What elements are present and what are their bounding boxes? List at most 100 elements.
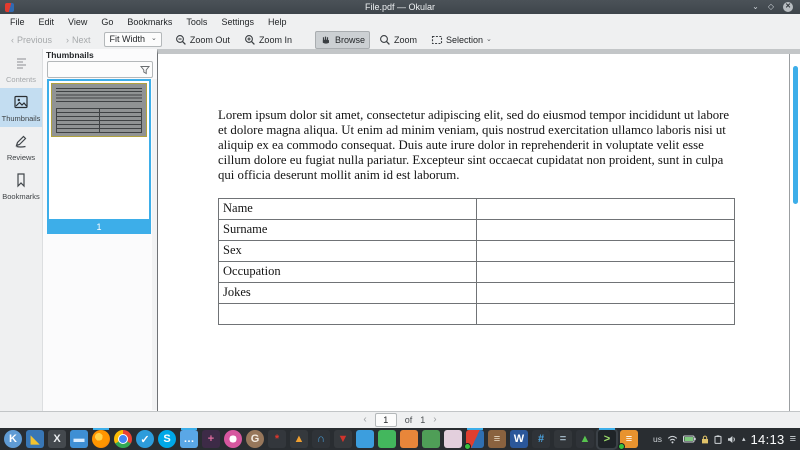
- close-icon[interactable]: ✕: [783, 2, 793, 12]
- thumbnails-panel: Thumbnails 1: [43, 49, 158, 412]
- sidebar-tab-contents[interactable]: Contents: [0, 49, 42, 88]
- taskbar-kdenlive-icon[interactable]: ▼: [334, 430, 352, 448]
- taskbar-check-app-icon[interactable]: ✓: [136, 430, 154, 448]
- taskbar-plasma-tool-icon[interactable]: +: [202, 430, 220, 448]
- taskbar-dolphin-files-icon[interactable]: ▬: [70, 430, 88, 448]
- taskbar-doc-image-icon[interactable]: [422, 430, 440, 448]
- volume-icon[interactable]: [727, 435, 737, 444]
- chevron-down-icon: ⌄: [151, 35, 157, 42]
- hand-browse-icon: [322, 36, 329, 44]
- menu-item-tools[interactable]: Tools: [179, 14, 214, 30]
- lock-icon[interactable]: [701, 435, 709, 444]
- previous-button[interactable]: ‹ Previous: [6, 32, 57, 48]
- sidebar-tab-thumbnails[interactable]: Thumbnails: [0, 88, 42, 127]
- selection-tool-button[interactable]: Selection ⌄: [426, 31, 497, 49]
- taskbar-firefox-icon[interactable]: [92, 428, 110, 448]
- sidebar-tab-strip: Contents Thumbnails Reviews Bookmarks: [0, 49, 43, 412]
- taskbar-xterm-icon[interactable]: X: [48, 430, 66, 448]
- taskbar-doc-orange-icon[interactable]: [400, 430, 418, 448]
- taskbar-okular-icon[interactable]: [464, 428, 484, 450]
- table-cell-value: [476, 240, 735, 262]
- table-row: Name: [218, 198, 735, 220]
- table-row: Jokes: [218, 282, 735, 304]
- panel-menu-icon[interactable]: ≡: [790, 433, 796, 445]
- table-cell-label: Sex: [218, 240, 477, 262]
- taskbar-tune-monitor-icon[interactable]: #: [532, 430, 550, 448]
- window-title: File.pdf — Okular: [364, 2, 436, 12]
- document-view[interactable]: Lorem ipsum dolor sit amet, consectetur …: [157, 49, 800, 412]
- prev-page-icon[interactable]: ‹: [363, 415, 366, 425]
- menu-item-bookmarks[interactable]: Bookmarks: [120, 14, 179, 30]
- clock[interactable]: 14:13: [751, 432, 785, 447]
- thumbnail-mini-table: [56, 108, 142, 133]
- zoom-out-button[interactable]: Zoom Out: [170, 31, 235, 49]
- maximize-icon[interactable]: ◇: [768, 3, 774, 11]
- taskbar-gimp-icon[interactable]: G: [246, 430, 264, 448]
- keyboard-layout-indicator[interactable]: us: [653, 434, 662, 444]
- table-cell-value: [476, 261, 735, 283]
- chevron-right-icon: ›: [66, 34, 70, 45]
- page-right-edge: [789, 54, 790, 412]
- menu-item-file[interactable]: File: [3, 14, 32, 30]
- next-page-icon[interactable]: ›: [433, 415, 436, 425]
- filter-funnel-icon[interactable]: [140, 65, 150, 75]
- table-cell-value: [476, 303, 735, 325]
- bookmarks-icon: [17, 173, 25, 188]
- reviews-pen-icon: [15, 135, 27, 148]
- taskbar-doc-blue-icon[interactable]: [356, 430, 374, 448]
- taskbar-doc-pink-icon[interactable]: [444, 430, 462, 448]
- taskbar-app-launcher-icon[interactable]: K: [4, 430, 22, 448]
- taskbar-word-icon[interactable]: W: [510, 430, 528, 448]
- vertical-scrollbar-thumb[interactable]: [793, 66, 798, 204]
- menu-item-go[interactable]: Go: [94, 14, 120, 30]
- taskbar-apps: K ◣ X ▬ ✓ S… + G * ▲ ∩ ▼ ≡ W # = ▲ > ≡: [4, 428, 638, 450]
- taskbar-books-icon[interactable]: ≡: [488, 430, 506, 448]
- menu-item-edit[interactable]: Edit: [32, 14, 62, 30]
- wifi-icon[interactable]: [667, 435, 678, 444]
- browse-tool-button[interactable]: Browse: [314, 30, 370, 49]
- taskbar-sliders-icon[interactable]: =: [554, 430, 572, 448]
- taskbar-konsole-icon[interactable]: >: [598, 428, 616, 448]
- taskbar-doc-green-icon[interactable]: [378, 430, 396, 448]
- page-thumbnail[interactable]: [47, 79, 151, 221]
- taskbar-notes-orange-icon[interactable]: ≡: [618, 430, 638, 450]
- table-row: Occupation: [218, 261, 735, 283]
- minimize-icon[interactable]: ⌄: [752, 3, 759, 11]
- taskbar-chrome-icon[interactable]: [114, 430, 132, 448]
- menu-item-view[interactable]: View: [61, 14, 94, 30]
- zoom-in-button[interactable]: Zoom In: [239, 31, 297, 49]
- taskbar-system-monitor-icon[interactable]: ▲: [576, 430, 594, 448]
- current-page-box[interactable]: 1: [374, 413, 397, 427]
- taskbar: K ◣ X ▬ ✓ S… + G * ▲ ∩ ▼ ≡ W # = ▲ > ≡ us ▴ 14:13 ≡: [0, 428, 800, 450]
- taskbar-messenger-icon[interactable]: …: [180, 428, 198, 448]
- of-label: of: [404, 415, 413, 425]
- thumbnail-mini-text: [56, 88, 142, 104]
- zoom-out-icon: [175, 34, 186, 45]
- taskbar-krita-icon[interactable]: *: [268, 430, 286, 448]
- zoom-mode-select[interactable]: Fit Width ⌄: [103, 32, 162, 47]
- table-row: [218, 303, 735, 325]
- thumbnail-filter-input[interactable]: [48, 64, 140, 75]
- zoom-tool-button[interactable]: Zoom: [374, 31, 422, 49]
- next-button[interactable]: › Next: [61, 32, 96, 48]
- document-paragraph: Lorem ipsum dolor sit amet, consectetur …: [218, 108, 730, 183]
- battery-icon[interactable]: [683, 435, 696, 443]
- magnifier-icon: [380, 34, 390, 45]
- menu-item-settings[interactable]: Settings: [214, 14, 261, 30]
- zoom-in-icon: [244, 34, 255, 45]
- sidebar-tab-bookmarks[interactable]: Bookmarks: [0, 166, 42, 205]
- taskbar-audio-headphones-icon[interactable]: ∩: [312, 430, 330, 448]
- taskbar-desktop-pager-icon[interactable]: ◣: [26, 430, 44, 448]
- tray-expand-icon[interactable]: ▴: [742, 435, 746, 443]
- selection-icon: [431, 35, 443, 44]
- taskbar-skype-icon[interactable]: S: [158, 430, 176, 448]
- thumbnails-panel-title: Thumbnails: [46, 50, 94, 60]
- taskbar-donut-app-icon[interactable]: [224, 430, 242, 448]
- chevron-left-icon: ‹: [11, 34, 14, 45]
- menu-item-help[interactable]: Help: [261, 14, 294, 30]
- sidebar-tab-reviews[interactable]: Reviews: [0, 127, 42, 166]
- taskbar-vlc-icon[interactable]: ▲: [290, 430, 308, 448]
- table-cell-label: Jokes: [218, 282, 477, 304]
- thumbnail-page-number: 1: [47, 221, 151, 234]
- clipboard-icon[interactable]: [714, 434, 722, 444]
